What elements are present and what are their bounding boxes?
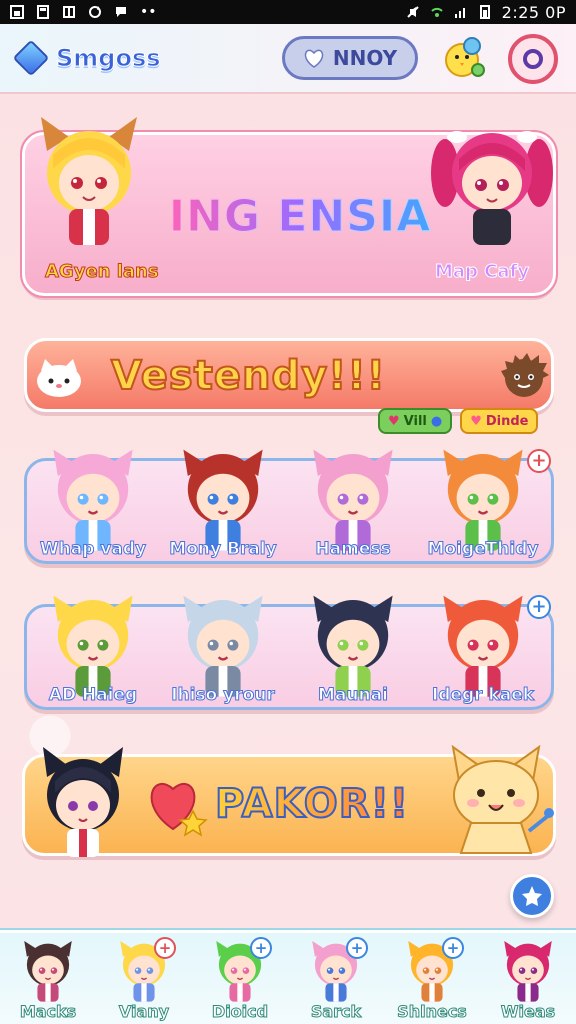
green-badge-label: Vill <box>403 413 427 429</box>
character-name: Hamess <box>315 539 391 560</box>
more-notifications-icon: •• <box>140 4 157 20</box>
main-content: ING ENSIA AGyen lans Map Cafy Vestendy!!… <box>0 96 576 930</box>
chibi-character-avatar <box>53 449 133 551</box>
chestnut-mascot-icon <box>501 353 549 397</box>
chibi-character-avatar <box>183 595 263 697</box>
chibi-character-avatar <box>443 595 523 697</box>
character-name: Ihiso yrour <box>171 685 276 706</box>
chibi-character-avatar <box>313 449 393 551</box>
star-icon <box>522 886 542 906</box>
event-banner-title: Vestendy!!! <box>110 352 386 400</box>
character-roster-row-2: AD Haieg Ihiso yrour Maunai Idegr kaek + <box>24 595 554 710</box>
character-name: MoigeThidy <box>427 539 539 560</box>
character-name: AD Haieg <box>48 685 138 706</box>
roster-row-2-character-slot[interactable]: AD Haieg <box>33 589 153 709</box>
heart-icon <box>304 49 324 68</box>
heart-icon: ♥ <box>470 413 482 429</box>
character-roster-row-1: Whap vady Mony Braly Hamess MoigeThidy + <box>24 449 554 564</box>
status-bar: •• 2:25 0P <box>0 0 576 24</box>
nav-tab-label: Sarck <box>310 1002 362 1022</box>
white-cat-icon <box>37 359 81 397</box>
app-header: Smgoss NNOY <box>0 24 576 94</box>
mute-icon <box>406 6 419 18</box>
sd-card-icon <box>37 5 49 19</box>
nav-tab[interactable]: Macks <box>0 933 96 1024</box>
roster-row-1-character-slot[interactable]: Mony Braly <box>163 443 283 563</box>
paw-icon: ● <box>430 413 443 429</box>
roster-row-1-character-slot[interactable]: Whap vady <box>33 443 153 563</box>
chibi-character-avatar <box>183 449 263 551</box>
nav-tab-label: Shlnecs <box>397 1002 468 1022</box>
promo-banner[interactable]: PAKOR!! <box>22 744 556 857</box>
character-name: Mony Braly <box>169 539 277 560</box>
nav-tab[interactable]: + Shlnecs <box>384 933 480 1024</box>
nav-tab-label: Wieas <box>500 1002 556 1022</box>
featured-banner-title: ING ENSIA <box>165 191 435 243</box>
nav-tab[interactable]: + Dioicd <box>192 933 288 1024</box>
nav-tab-avatar <box>504 940 552 1002</box>
nav-tab[interactable]: + Viany <box>96 933 192 1024</box>
roster-row-1-character-slot[interactable]: MoigeThidy + <box>423 443 551 563</box>
favorite-fab-button[interactable] <box>510 874 554 918</box>
roster-row-2-character-slot[interactable]: Idegr kaek + <box>423 589 551 709</box>
app-logo[interactable]: Smgoss <box>12 39 162 77</box>
clock: 2:25 0P <box>501 2 566 22</box>
add-icon[interactable]: + <box>442 937 464 959</box>
event-badges: ♥ Vill ● ♥ Dinde <box>378 408 539 434</box>
nav-tab[interactable]: + Sarck <box>288 933 384 1024</box>
mode-toggle-button[interactable]: NNOY <box>282 36 418 80</box>
record-button[interactable] <box>508 34 558 84</box>
logo-text: Smgoss <box>56 44 162 73</box>
diamond-gem-icon <box>12 39 50 77</box>
battery-icon <box>479 5 490 19</box>
roster-row-1-character-slot[interactable]: Hamess <box>293 443 413 563</box>
sync-icon <box>89 6 101 18</box>
signal-icon <box>454 8 465 18</box>
photo-icon <box>63 6 75 18</box>
chick-mascot-icon[interactable] <box>442 34 488 82</box>
add-icon[interactable]: + <box>527 595 551 619</box>
heart-star-icon <box>150 782 208 837</box>
nav-tab-avatar <box>24 940 72 1002</box>
chibi-character-avatar <box>443 449 523 551</box>
featured-banner[interactable]: ING ENSIA AGyen lans Map Cafy <box>20 117 558 298</box>
add-icon[interactable]: + <box>346 937 368 959</box>
roster-row-2-character-slot[interactable]: Maunai <box>293 589 413 709</box>
record-ring-icon <box>523 49 543 69</box>
nav-tab-label: Dioicd <box>211 1002 269 1022</box>
add-icon[interactable]: + <box>527 449 551 473</box>
roster-row-2-character-slot[interactable]: Ihiso yrour <box>163 589 283 709</box>
yellow-cat-mascot-icon <box>451 744 554 854</box>
chibi-fox-girl-avatar <box>41 117 137 245</box>
chat-icon <box>116 7 126 17</box>
character-name: Maunai <box>318 685 389 706</box>
gold-badge[interactable]: ♥ Dinde <box>460 408 539 434</box>
wifi-icon <box>430 7 443 17</box>
add-icon[interactable]: + <box>250 937 272 959</box>
character-name: Whap vady <box>39 539 147 560</box>
chibi-catboy-avatar <box>43 747 123 857</box>
image-icon <box>10 5 24 19</box>
nav-tab-label: Viany <box>118 1002 170 1022</box>
bottom-nav: Macks + Viany + Dioicd + Sarck + Shlnecs Wieas <box>0 930 576 1024</box>
featured-left-character-name: AGyen lans <box>45 261 160 283</box>
green-badge[interactable]: ♥ Vill ● <box>378 408 453 434</box>
chibi-pink-twintail-avatar <box>431 131 553 245</box>
event-banner[interactable]: Vestendy!!! <box>24 338 554 412</box>
promo-banner-title: PAKOR!! <box>214 780 410 828</box>
gold-badge-label: Dinde <box>485 413 529 429</box>
character-name: Idegr kaek <box>431 685 535 706</box>
chibi-character-avatar <box>313 595 393 697</box>
mode-label: NNOY <box>332 46 398 70</box>
add-icon[interactable]: + <box>154 937 176 959</box>
heart-icon: ♥ <box>388 413 400 429</box>
nav-tab-label: Macks <box>19 1002 77 1022</box>
chibi-character-avatar <box>53 595 133 697</box>
nav-tab[interactable]: Wieas <box>480 933 576 1024</box>
featured-right-character-name: Map Cafy <box>434 261 530 283</box>
